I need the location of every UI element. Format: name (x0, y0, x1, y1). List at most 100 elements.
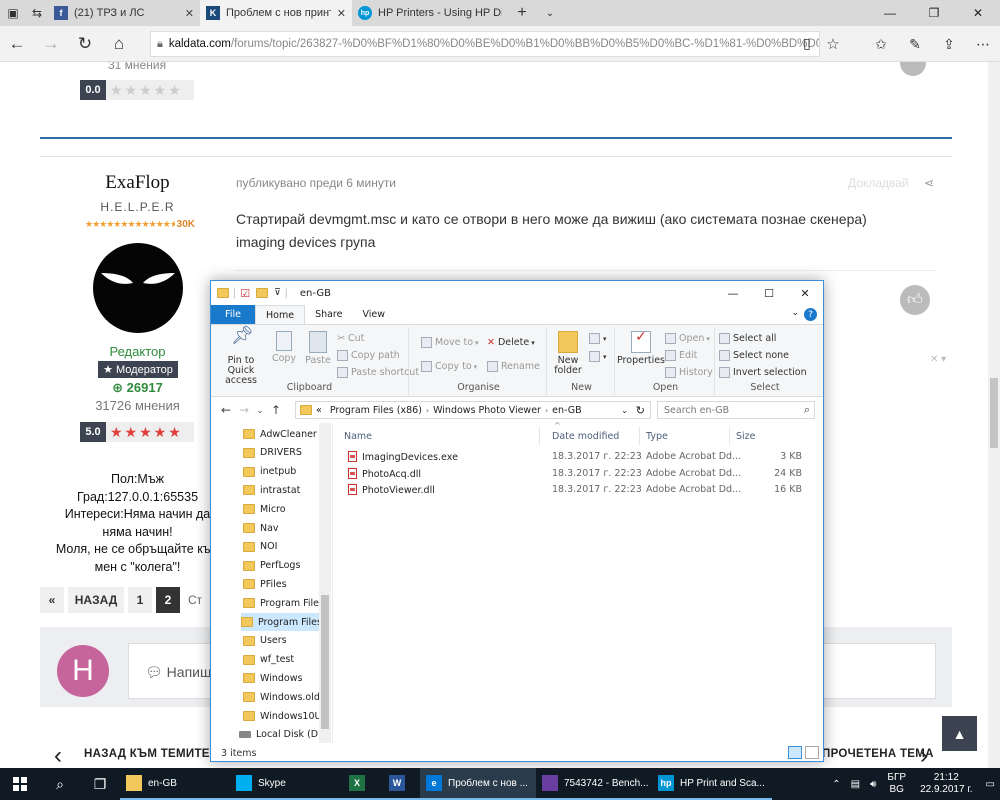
scrollbar-thumb[interactable] (321, 595, 329, 729)
copy-button[interactable]: Copy (269, 331, 299, 364)
refresh-icon[interactable]: ↻ (68, 26, 102, 62)
file-row[interactable]: ImagingDevices.exe 18.3.2017 г. 22:23 Adob… (344, 449, 806, 465)
search-icon[interactable]: ⌕ (40, 768, 80, 800)
taskbar-app[interactable]: e Проблем с нов ... (420, 768, 536, 800)
breadcrumb-item[interactable]: Program Files (x86) (330, 405, 422, 416)
back-icon[interactable]: ← (0, 26, 34, 62)
back-icon[interactable]: ← (217, 403, 235, 417)
column-date-modified[interactable]: Date modified (546, 427, 640, 445)
close-window-button[interactable]: ✕ (956, 0, 1000, 26)
taskbar-app[interactable]: en-GB (120, 768, 230, 800)
address-dropdown-icon[interactable]: ⌄ (621, 406, 628, 415)
tree-item[interactable]: Windows.old (243, 688, 327, 706)
like-button[interactable]: 👍︎ (900, 285, 930, 315)
edit-button[interactable]: Edit (665, 350, 697, 361)
taskbar-app[interactable]: Skype (230, 768, 340, 800)
invert-selection-button[interactable]: Invert selection (719, 367, 807, 378)
file-row[interactable]: PhotoAcq.dll 18.3.2017 г. 22:23 Adobe Acro… (344, 466, 806, 482)
tree-item[interactable]: DRIVERS (243, 444, 327, 462)
new-item-button[interactable]: ▾ (589, 333, 607, 344)
tree-item[interactable]: NOI (243, 538, 327, 556)
paste-button[interactable]: Paste (303, 331, 333, 366)
volume-icon[interactable]: 🔊︎ (865, 779, 881, 790)
taskbar-app[interactable]: W (380, 768, 420, 800)
tray-chevron-icon[interactable]: ⌃ (827, 779, 845, 790)
clock[interactable]: 21:12 22.9.2017 г. (912, 772, 980, 796)
tree-item[interactable]: Windows10Upg (243, 707, 327, 725)
action-center-icon[interactable]: ▭ (981, 779, 1000, 790)
home-icon[interactable]: ⌂ (102, 26, 136, 62)
avatar[interactable] (93, 243, 183, 333)
taskbar-app[interactable]: hp HP Print and Sca... (652, 768, 772, 800)
current-user-avatar[interactable]: H (57, 645, 109, 697)
column-name[interactable]: Name (338, 427, 540, 445)
web-note-icon[interactable]: ✎ (898, 26, 932, 62)
back-to-topics[interactable]: НАЗАД КЪМ ТЕМИТЕ В (84, 748, 222, 760)
breadcrumb-prefix[interactable]: « (316, 405, 322, 416)
tab-view[interactable]: View (352, 305, 395, 324)
scroll-to-top-button[interactable]: ▲ (942, 716, 977, 751)
tab-home[interactable]: Home (255, 305, 306, 324)
recent-dropdown-icon[interactable]: ⌄ (253, 406, 267, 415)
tab-actions-icon[interactable]: ▣ (0, 0, 26, 26)
cut-button[interactable]: ✂ Cut (337, 333, 364, 344)
tab-facebook[interactable]: f (21) ТРЗ и ЛС ✕ (48, 0, 200, 26)
forward-icon[interactable]: → (235, 403, 253, 417)
page-scrollbar[interactable] (988, 62, 1000, 768)
minimize-button[interactable]: — (715, 281, 751, 305)
properties-button[interactable]: ✓ Properties (617, 330, 665, 366)
column-type[interactable]: Type (640, 427, 730, 445)
tabs-dropdown-icon[interactable]: ⌄ (536, 0, 564, 26)
breadcrumb-item[interactable]: en-GB (552, 405, 582, 416)
author-name[interactable]: ExaFlop (40, 172, 235, 194)
chevron-down-icon[interactable]: ✕ ▾ (930, 354, 946, 365)
move-to-button[interactable]: Move to ▾ (421, 337, 479, 348)
copy-path-button[interactable]: Copy path (337, 350, 400, 361)
minimize-button[interactable]: — (868, 0, 912, 26)
tree-item-drive[interactable]: Local Disk (D:) (239, 725, 323, 743)
pager-next-partial[interactable]: Ст (188, 593, 202, 607)
tab-preview-icon[interactable]: ⇆ (26, 0, 48, 26)
tab-share[interactable]: Share (305, 305, 352, 324)
explorer-search-input[interactable]: Search en-GB ⌕ (657, 401, 815, 419)
open-button[interactable]: Open ▾ (665, 333, 710, 344)
copy-to-button[interactable]: Copy to ▾ (421, 361, 477, 372)
select-none-button[interactable]: Select none (719, 350, 789, 361)
restore-button[interactable]: ❐ (912, 0, 956, 26)
details-view-icon[interactable] (788, 746, 802, 759)
forward-icon[interactable]: → (34, 26, 68, 62)
windows-start-icon[interactable] (0, 768, 40, 800)
new-tab-button[interactable]: + (508, 0, 536, 26)
easy-access-button[interactable]: ▾ (589, 351, 607, 362)
pager-prev[interactable]: « (40, 587, 64, 613)
breadcrumb-item[interactable]: Windows Photo Viewer (433, 405, 541, 416)
task-view-icon[interactable]: ❐ (80, 768, 120, 800)
select-all-button[interactable]: Select all (719, 333, 776, 344)
close-icon[interactable]: ✕ (185, 7, 194, 20)
report-link[interactable]: Докладвай (848, 176, 909, 190)
tree-item[interactable]: AdwCleaner (243, 425, 327, 443)
new-folder-button[interactable]: New folder (553, 331, 583, 376)
help-icon[interactable]: ? (804, 308, 817, 321)
pin-quick-access-button[interactable]: 📌︎ Pin to Quick access (215, 327, 267, 386)
ribbon-collapse-icon[interactable]: ⌄ (791, 308, 799, 318)
more-icon[interactable]: ⋯ (966, 26, 1000, 62)
page-1[interactable]: 1 (128, 587, 152, 613)
properties-check-icon[interactable]: ☑ (240, 287, 250, 300)
share-icon[interactable]: ⇪ (932, 26, 966, 62)
address-bar[interactable]: 🔒︎ kaldata.com /forums/topic/263827-%D0%… (150, 31, 820, 57)
chevron-left-icon[interactable]: ‹ (54, 742, 62, 768)
explorer-address-bar[interactable]: « Program Files (x86) › Windows Photo Vie… (295, 401, 651, 419)
close-button[interactable]: ✕ (787, 281, 823, 305)
tree-item[interactable]: Micro (243, 500, 327, 518)
favorites-hub-icon[interactable]: ✩ (864, 26, 898, 62)
refresh-icon[interactable]: ↻ (636, 404, 645, 417)
tree-item[interactable]: inetpub (243, 463, 327, 481)
language-indicator[interactable]: БГР BG (881, 772, 912, 796)
maximize-button[interactable]: ☐ (751, 281, 787, 305)
new-folder-icon[interactable] (256, 288, 269, 298)
tab-file[interactable]: File (211, 305, 255, 324)
taskbar-app[interactable]: 7543742 - Bench... (536, 768, 652, 800)
paste-shortcut-button[interactable]: Paste shortcut (337, 367, 419, 378)
tree-item[interactable]: Nav (243, 519, 327, 537)
